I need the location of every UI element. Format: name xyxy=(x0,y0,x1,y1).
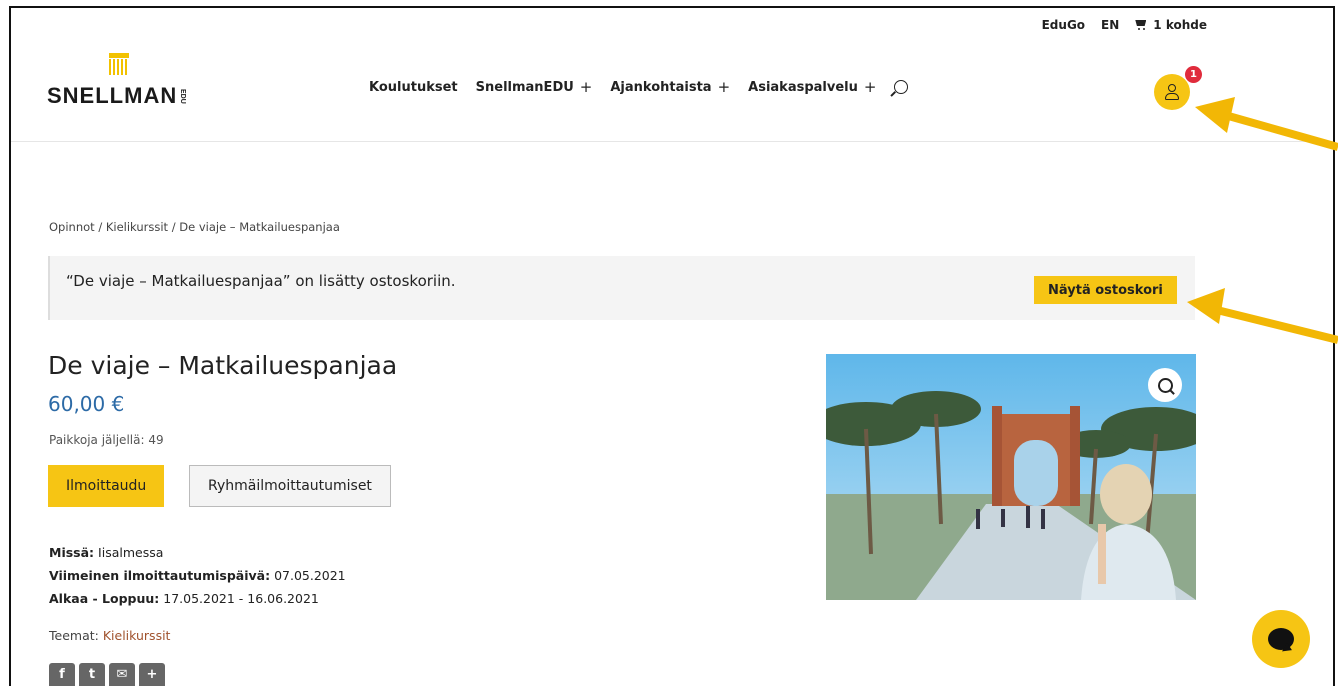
top-utility-bar: EduGo EN 1 kohde xyxy=(1042,18,1207,32)
dates-label: Alkaa - Loppuu: xyxy=(49,591,160,606)
barcelona-arc-photo xyxy=(826,354,1196,600)
plus-icon: + xyxy=(579,78,593,96)
themes-label: Teemat: xyxy=(49,628,99,643)
site-header: EduGo EN 1 kohde SNELLMAN EDU Koulutukse… xyxy=(11,8,1333,142)
chat-widget-button[interactable] xyxy=(1252,610,1310,668)
twitter-share-icon[interactable]: t xyxy=(79,663,105,686)
magnifier-icon xyxy=(1157,377,1173,393)
breadcrumb[interactable]: Opinnot / Kielikurssit / De viaje – Matk… xyxy=(49,220,340,234)
enroll-button[interactable]: Ilmoittaudu xyxy=(48,465,165,507)
deadline-label: Viimeinen ilmoittautumispäivä: xyxy=(49,568,271,583)
added-to-cart-notice: “De viaje – Matkailuespanjaa” on lisätty… xyxy=(48,256,1195,320)
facebook-share-icon[interactable]: f xyxy=(49,663,75,686)
view-cart-button[interactable]: Näytä ostoskori xyxy=(1034,276,1177,304)
plus-icon: + xyxy=(717,78,731,96)
seats-remaining: Paikkoja jäljellä: 49 xyxy=(49,433,164,447)
nav-item-snellmanedu[interactable]: SnellmanEDU + xyxy=(476,78,593,96)
themes: Teemat: Kielikurssit xyxy=(49,628,170,643)
nav-item-ajankohtaista[interactable]: Ajankohtaista + xyxy=(610,78,730,96)
where-value: Iisalmessa xyxy=(98,545,164,560)
theme-link-kielikurssit[interactable]: Kielikurssit xyxy=(103,628,171,643)
cart-icon xyxy=(1135,19,1148,31)
notification-badge: 1 xyxy=(1185,66,1202,83)
plus-icon: + xyxy=(863,78,877,96)
share-buttons: f t ✉ + xyxy=(49,663,165,686)
language-switch[interactable]: EN xyxy=(1101,18,1119,32)
where-label: Missä: xyxy=(49,545,95,560)
edugo-link[interactable]: EduGo xyxy=(1042,18,1085,32)
search-icon[interactable] xyxy=(894,80,909,94)
logo-suffix: EDU xyxy=(179,88,187,104)
logo-text: SNELLMAN xyxy=(47,83,178,108)
notice-text: “De viaje – Matkailuespanjaa” on lisätty… xyxy=(66,272,456,290)
more-share-icon[interactable]: + xyxy=(139,663,165,686)
chat-bubble-icon xyxy=(1268,628,1294,650)
mini-cart-link[interactable]: 1 kohde xyxy=(1135,18,1207,32)
site-logo[interactable]: SNELLMAN EDU xyxy=(47,53,186,109)
deadline-value: 07.05.2021 xyxy=(274,568,346,583)
building-logo-icon xyxy=(109,53,129,77)
user-icon xyxy=(1164,84,1180,100)
course-details: Missä: Iisalmessa Viimeinen ilmoittautum… xyxy=(49,541,346,610)
product-title: De viaje – Matkailuespanjaa xyxy=(48,351,398,380)
mini-cart-label: 1 kohde xyxy=(1153,18,1207,32)
user-account-button[interactable] xyxy=(1154,74,1190,110)
nav-item-asiakaspalvelu[interactable]: Asiakaspalvelu + xyxy=(748,78,876,96)
product-image[interactable] xyxy=(826,354,1196,600)
group-enrollment-button[interactable]: Ryhmäilmoittautumiset xyxy=(189,465,391,507)
main-navigation: Koulutukset SnellmanEDU + Ajankohtaista … xyxy=(369,78,909,96)
zoom-button[interactable] xyxy=(1148,368,1182,402)
browser-page: EduGo EN 1 kohde SNELLMAN EDU Koulutukse… xyxy=(9,6,1335,686)
nav-item-koulutukset[interactable]: Koulutukset xyxy=(369,80,458,95)
email-share-icon[interactable]: ✉ xyxy=(109,663,135,686)
dates-value: 17.05.2021 - 16.06.2021 xyxy=(163,591,319,606)
product-price: 60,00 € xyxy=(48,392,125,416)
